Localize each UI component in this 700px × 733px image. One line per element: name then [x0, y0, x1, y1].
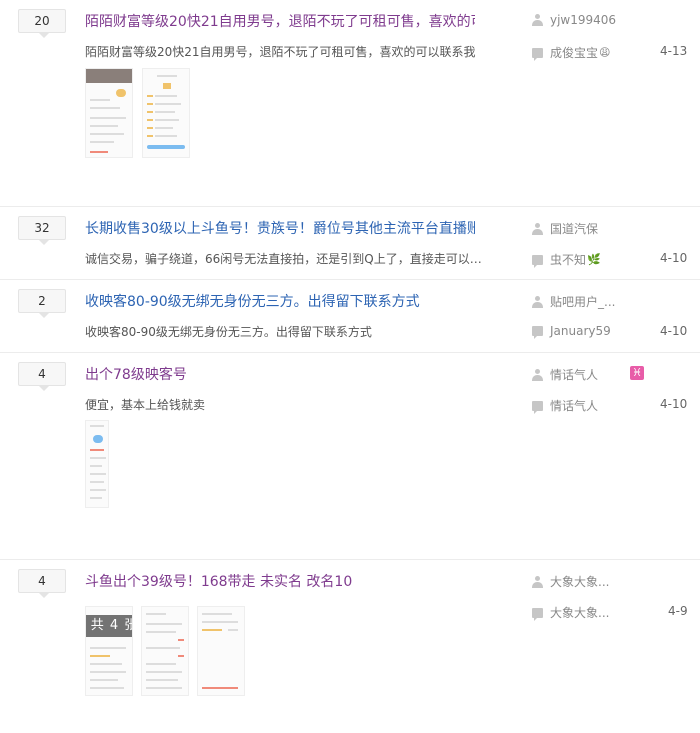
thread-abstract: 收映客80-90级无绑无身份无三方。出得留下联系方式	[85, 325, 372, 339]
thread-item: 20 陌陌财富等级20快21自用男号，退陌不玩了可租可售，喜欢的可 陌陌财富等级…	[0, 0, 700, 207]
reply-count-badge: 2	[18, 289, 66, 318]
reply-icon	[532, 607, 543, 621]
thread-abstract: 便宜，基本上给钱就卖	[85, 398, 206, 412]
author-icon	[532, 295, 543, 308]
thread-image-thumbnail[interactable]	[197, 606, 245, 696]
author-name[interactable]: 贴吧用户_...	[550, 293, 615, 310]
last-reply-date: 4-9	[668, 604, 688, 618]
reply-count-badge: 32	[18, 216, 66, 245]
last-reply-date: 4-10	[660, 251, 688, 265]
thread-author[interactable]: 国道汽保	[532, 220, 598, 237]
last-reply-name[interactable]: 成俊宝宝	[550, 44, 598, 61]
emoji-icon: 😩	[599, 46, 611, 59]
thread-author[interactable]: 大象大象...	[532, 573, 609, 590]
last-reply-name[interactable]: 情话气人	[550, 397, 598, 414]
author-icon	[532, 222, 543, 235]
thread-author[interactable]: 贴吧用户_...	[532, 293, 615, 310]
author-icon	[532, 368, 543, 381]
thread-image-thumbnail[interactable]	[85, 420, 109, 508]
thread-item: 4 出个78级映客号 便宜，基本上给钱就卖 情话气人 ♓ 情话气人 4-10	[0, 353, 700, 560]
reply-icon	[532, 400, 543, 414]
thread-image-thumbnail[interactable]: 共 4 张	[85, 606, 133, 696]
pisces-badge-icon: ♓	[630, 366, 644, 380]
last-reply-user[interactable]: 大象大象...	[532, 604, 609, 621]
thread-image-thumbnail[interactable]	[141, 606, 189, 696]
last-reply-user[interactable]: 情话气人	[532, 397, 598, 414]
last-reply-date: 4-10	[660, 324, 688, 338]
last-reply-user[interactable]: January59	[532, 324, 611, 339]
thread-item: 4 斗鱼出个39级号！168带走 未实名 改名10 共 4 张	[0, 560, 700, 733]
thread-image-thumbnail[interactable]	[85, 68, 133, 158]
author-icon	[532, 575, 543, 588]
reply-count-badge: 4	[18, 362, 66, 391]
thread-abstract: 诚信交易，骗子绕道，66闲号无法直接拍，还是引到Q上了，直接走可以直接...	[85, 252, 485, 266]
author-name[interactable]: 情话气人	[550, 366, 598, 383]
thread-abstract: 陌陌财富等级20快21自用男号，退陌不玩了可租可售，喜欢的可以联系我	[85, 45, 476, 59]
last-reply-date: 4-10	[660, 397, 688, 411]
author-name[interactable]: 大象大象...	[550, 573, 609, 590]
thread-author[interactable]: yjw199406	[532, 13, 616, 27]
thread-title-link[interactable]: 收映客80-90级无绑无身份无三方。出得留下联系方式	[85, 291, 475, 311]
author-name[interactable]: 国道汽保	[550, 220, 598, 237]
last-reply-user[interactable]: 虫不知 🌿	[532, 251, 601, 268]
author-name[interactable]: yjw199406	[550, 13, 616, 27]
leaf-icon: 🌿	[587, 253, 601, 266]
reply-icon	[532, 326, 543, 339]
reply-icon	[532, 47, 543, 61]
thread-author[interactable]: 情话气人	[532, 366, 598, 383]
thread-title-link[interactable]: 斗鱼出个39级号！168带走 未实名 改名10	[85, 571, 475, 591]
thread-image-thumbnail[interactable]	[142, 68, 190, 158]
thread-images: 共 4 张	[85, 606, 245, 696]
thread-images	[85, 68, 190, 158]
author-icon	[532, 14, 543, 26]
last-reply-name[interactable]: 大象大象...	[550, 604, 609, 621]
image-count-badge: 共 4 张	[86, 615, 132, 637]
thread-item: 2 收映客80-90级无绑无身份无三方。出得留下联系方式 收映客80-90级无绑…	[0, 280, 700, 353]
thread-title-link[interactable]: 长期收售30级以上斗鱼号！贵族号！爵位号其他主流平台直播账号	[85, 218, 475, 238]
thread-title-link[interactable]: 陌陌财富等级20快21自用男号，退陌不玩了可租可售，喜欢的可	[85, 11, 475, 31]
thread-item: 32 长期收售30级以上斗鱼号！贵族号！爵位号其他主流平台直播账号 诚信交易，骗…	[0, 207, 700, 280]
reply-count-badge: 20	[18, 9, 66, 38]
last-reply-user[interactable]: 成俊宝宝 😩	[532, 44, 610, 61]
last-reply-name[interactable]: January59	[550, 324, 611, 338]
reply-count-badge: 4	[18, 569, 66, 598]
thread-images	[85, 420, 109, 508]
last-reply-date: 4-13	[660, 44, 688, 58]
thread-title-link[interactable]: 出个78级映客号	[85, 364, 475, 384]
reply-icon	[532, 254, 543, 268]
last-reply-name[interactable]: 虫不知	[550, 251, 586, 268]
